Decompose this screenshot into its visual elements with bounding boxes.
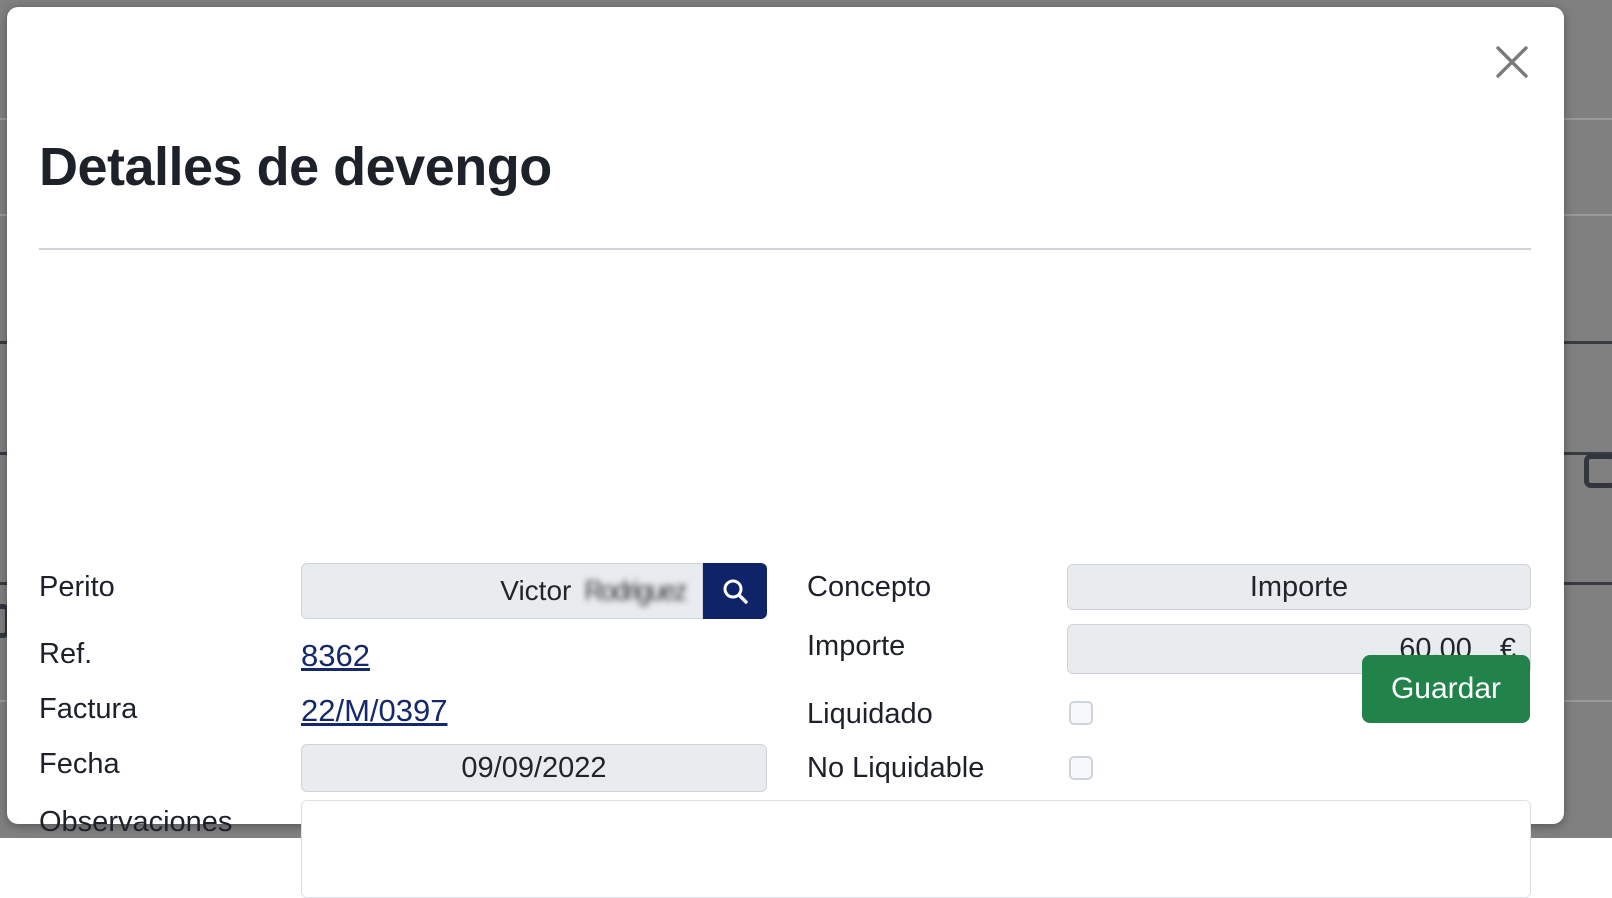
no-liquidable-label: No Liquidable bbox=[807, 752, 984, 785]
perito-input[interactable]: Victor Rodriguez bbox=[301, 563, 703, 619]
factura-label: Factura bbox=[39, 693, 137, 726]
background-action-button bbox=[1584, 454, 1612, 488]
close-icon[interactable] bbox=[1489, 39, 1535, 85]
perito-value-redacted: Rodriguez bbox=[585, 575, 686, 607]
liquidado-checkbox[interactable] bbox=[1069, 701, 1093, 725]
ref-label: Ref. bbox=[39, 638, 92, 671]
fecha-input[interactable]: 09/09/2022 bbox=[301, 744, 767, 792]
concepto-input[interactable]: Importe bbox=[1067, 564, 1531, 610]
concepto-label: Concepto bbox=[807, 571, 931, 604]
perito-value: Victor Rodriguez bbox=[500, 575, 690, 607]
perito-field-group: Victor Rodriguez bbox=[301, 563, 767, 619]
no-liquidable-checkbox[interactable] bbox=[1069, 756, 1093, 780]
liquidado-label: Liquidado bbox=[807, 698, 933, 731]
observaciones-label: Observaciones bbox=[39, 806, 232, 839]
title-divider bbox=[39, 248, 1531, 250]
detalles-de-devengo-dialog: Detalles de devengo Perito Ref. Factura … bbox=[7, 7, 1564, 824]
observaciones-textarea[interactable] bbox=[301, 800, 1531, 898]
ref-link[interactable]: 8362 bbox=[301, 638, 370, 674]
search-icon[interactable] bbox=[703, 563, 767, 619]
factura-link[interactable]: 22/M/0397 bbox=[301, 693, 448, 729]
fecha-label: Fecha bbox=[39, 748, 120, 781]
importe-label: Importe bbox=[807, 630, 905, 663]
perito-label: Perito bbox=[39, 571, 115, 604]
perito-value-visible: Victor bbox=[500, 575, 571, 607]
page-title: Detalles de devengo bbox=[39, 138, 552, 197]
save-button[interactable]: Guardar bbox=[1362, 655, 1530, 723]
